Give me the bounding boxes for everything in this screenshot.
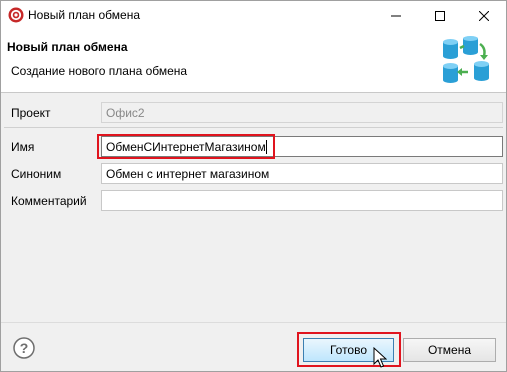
minimize-icon — [391, 15, 401, 16]
window-title: Новый план обмена — [28, 8, 141, 22]
text-caret — [265, 140, 267, 154]
svg-text:?: ? — [20, 340, 29, 356]
wizard-description: Создание нового плана обмена — [11, 64, 188, 78]
app-logo-icon — [8, 7, 24, 23]
project-row: Проект Офис2 — [1, 94, 506, 126]
wizard-title: Новый план обмена — [7, 40, 128, 54]
project-label: Проект — [11, 106, 51, 120]
cancel-button[interactable]: Отмена — [403, 338, 496, 362]
name-input[interactable]: ОбменСИнтернетМагазином — [101, 136, 503, 157]
synonym-input[interactable]: Обмен с интернет магазином — [101, 163, 503, 184]
title-bar: Новый план обмена — [1, 1, 506, 30]
maximize-button[interactable] — [418, 1, 462, 30]
footer-divider — [1, 322, 506, 323]
divider — [4, 127, 503, 128]
close-icon — [479, 10, 489, 21]
name-label: Имя — [11, 140, 35, 154]
name-input-value: ОбменСИнтернетМагазином — [106, 140, 266, 154]
close-button[interactable] — [462, 1, 506, 30]
exchange-plan-icon — [443, 36, 489, 83]
maximize-icon — [435, 10, 445, 21]
synonym-label: Синоним — [11, 167, 62, 181]
help-icon[interactable]: ? — [13, 337, 35, 359]
comment-input[interactable] — [101, 190, 503, 211]
wizard-header: Новый план обмена Создание нового плана … — [1, 30, 506, 93]
project-field: Офис2 — [101, 102, 503, 123]
minimize-button[interactable] — [374, 1, 418, 30]
mouse-cursor-icon — [373, 347, 387, 368]
comment-label: Комментарий — [11, 194, 87, 208]
dialog-window: Новый план обмена Новый план обмена Созд… — [0, 0, 507, 372]
